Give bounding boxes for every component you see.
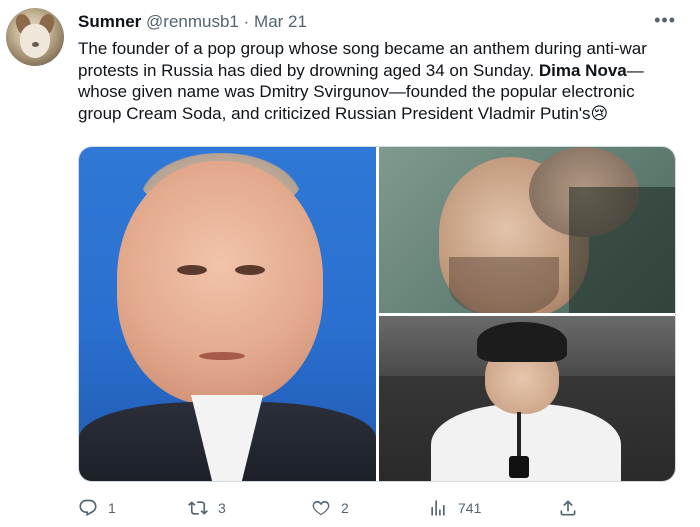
retweet-count: 3 bbox=[218, 500, 226, 516]
tweet-header: Sumner @renmusb1 · Mar 21 bbox=[78, 12, 307, 32]
photo-art bbox=[509, 456, 529, 478]
photo-art bbox=[177, 265, 207, 275]
photo-art bbox=[477, 322, 567, 362]
media-grid bbox=[78, 146, 676, 482]
reply-icon bbox=[79, 499, 97, 517]
photo-art bbox=[449, 257, 559, 313]
author-name[interactable]: Sumner bbox=[78, 12, 141, 31]
tweet-card: Sumner @renmusb1 · Mar 21 ••• The founde… bbox=[0, 0, 700, 527]
photo-art bbox=[235, 265, 265, 275]
views-button[interactable]: 741 bbox=[428, 498, 481, 518]
photo-art bbox=[117, 161, 323, 405]
tweet-text: The founder of a pop group whose song be… bbox=[78, 38, 678, 124]
retweet-icon bbox=[188, 501, 208, 515]
separator-dot: · bbox=[243, 12, 250, 31]
reply-count: 1 bbox=[108, 500, 116, 516]
crying-emoji: 😢 bbox=[590, 103, 609, 123]
views-count: 741 bbox=[458, 500, 482, 516]
avatar[interactable] bbox=[6, 8, 64, 66]
avatar-art bbox=[20, 24, 50, 58]
tweet-date[interactable]: Mar 21 bbox=[254, 12, 307, 31]
more-icon[interactable]: ••• bbox=[654, 10, 676, 31]
heart-icon bbox=[312, 500, 330, 516]
share-button[interactable] bbox=[558, 498, 578, 518]
like-count: 2 bbox=[341, 500, 349, 516]
like-button[interactable]: 2 bbox=[311, 498, 349, 518]
retweet-button[interactable]: 3 bbox=[188, 498, 226, 518]
author-handle[interactable]: @renmusb1 bbox=[146, 12, 239, 31]
photo-art bbox=[569, 187, 675, 313]
avatar-art bbox=[32, 42, 39, 47]
action-bar: 1 3 2 741 bbox=[78, 498, 678, 522]
views-icon bbox=[431, 500, 445, 516]
photo-art bbox=[199, 352, 245, 360]
tweet-text-bold: Dima Nova bbox=[538, 60, 627, 80]
media-image-bottom-right[interactable] bbox=[379, 316, 675, 481]
media-image-left[interactable] bbox=[79, 147, 376, 481]
reply-button[interactable]: 1 bbox=[78, 498, 116, 518]
share-icon bbox=[560, 500, 576, 516]
media-image-top-right[interactable] bbox=[379, 147, 675, 313]
